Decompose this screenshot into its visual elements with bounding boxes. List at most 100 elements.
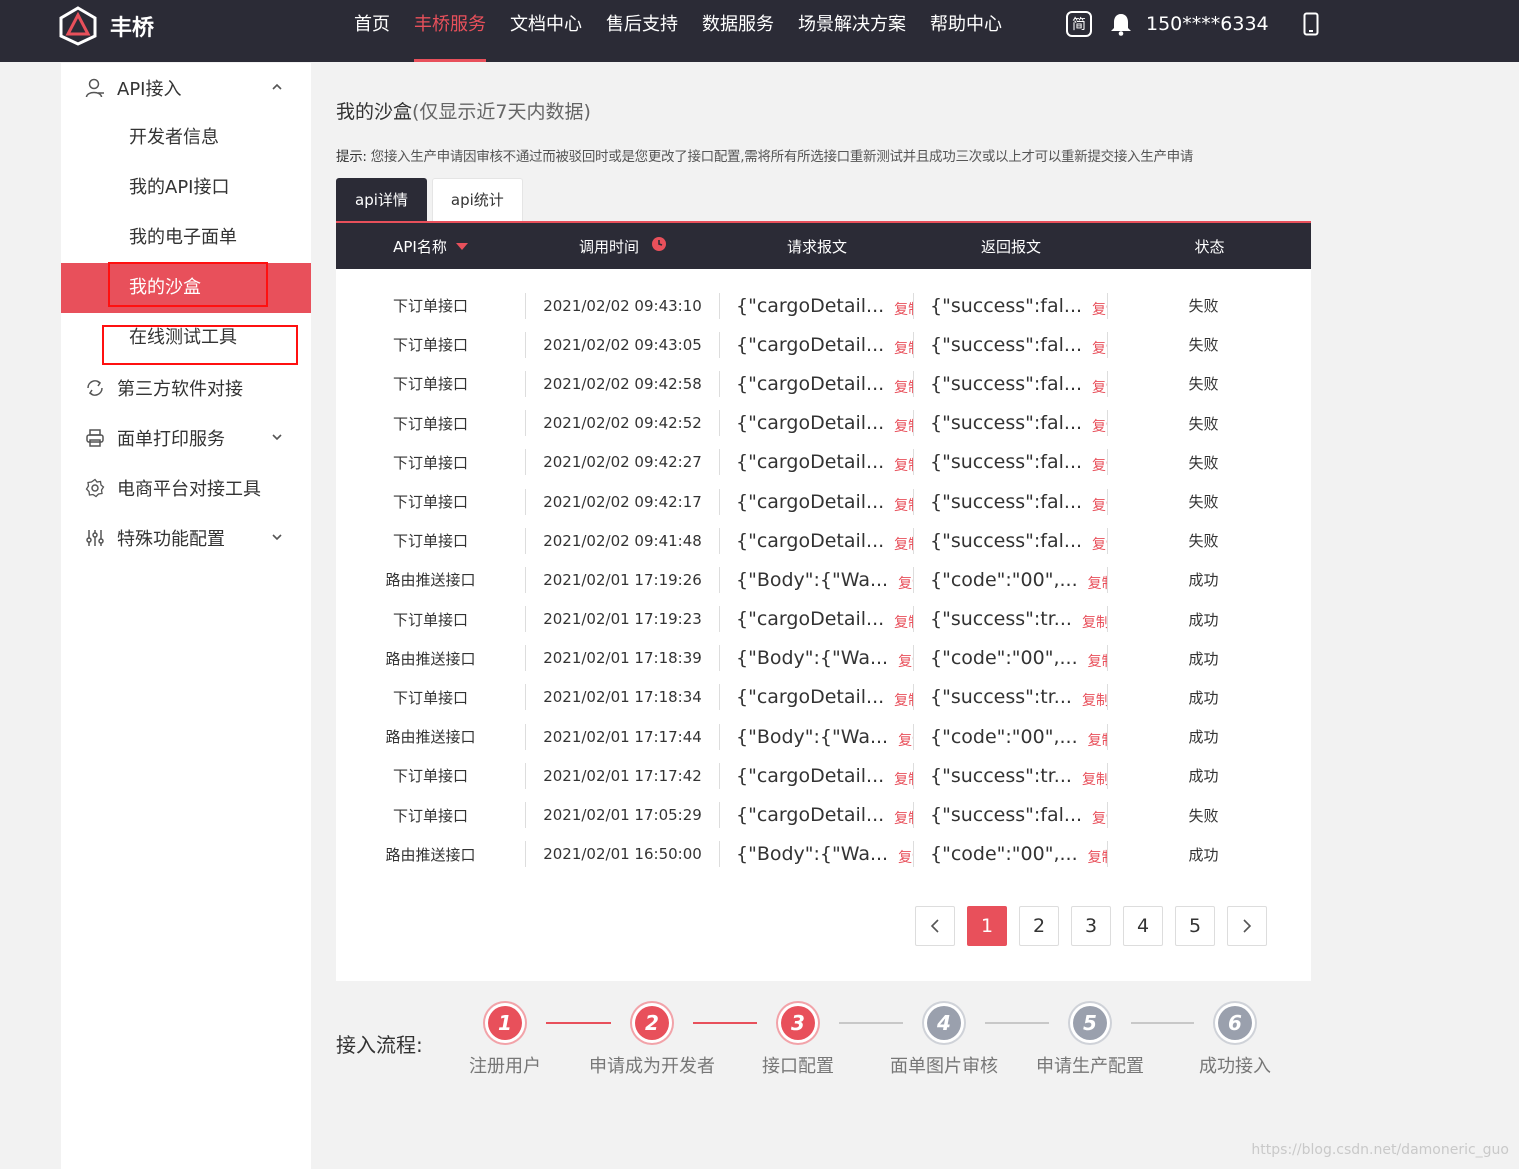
copy-response-button[interactable]: 复制 bbox=[1088, 730, 1107, 750]
cell-status: 失败 bbox=[1188, 493, 1219, 512]
nav-item-services[interactable]: 丰桥服务 bbox=[414, 0, 486, 62]
cell-request: {"Body":{"Wa... 复制 bbox=[720, 645, 914, 672]
cell-call-time: 2021/02/01 17:19:26 bbox=[526, 566, 720, 593]
copy-request-button[interactable]: 复制 bbox=[894, 534, 913, 554]
language-toggle[interactable]: 简 bbox=[1066, 11, 1092, 37]
sidebar-group-third-party[interactable]: 第三方软件对接 bbox=[61, 363, 311, 413]
response-text: {"success":fal... bbox=[930, 490, 1083, 513]
mobile-icon[interactable] bbox=[1303, 12, 1319, 36]
highlight-box-sandbox bbox=[108, 262, 268, 307]
response-text: {"success":fal... bbox=[930, 294, 1083, 317]
nav-item-home[interactable]: 首页 bbox=[354, 0, 390, 62]
copy-request-button[interactable]: 复制 bbox=[894, 690, 913, 710]
chevron-left-icon bbox=[930, 919, 939, 933]
sidebar-group-ecommerce[interactable]: 电商平台对接工具 bbox=[61, 463, 311, 513]
copy-request-button[interactable]: 复制 bbox=[894, 338, 913, 358]
pagination: 1 2 3 4 5 bbox=[915, 906, 1279, 946]
next-page-button[interactable] bbox=[1227, 906, 1267, 946]
nav-item-data[interactable]: 数据服务 bbox=[702, 0, 774, 62]
printer-icon bbox=[85, 428, 105, 448]
sidebar-group-api[interactable]: API接入 bbox=[61, 63, 311, 113]
clock-icon[interactable] bbox=[651, 236, 667, 252]
page-button-3[interactable]: 3 bbox=[1071, 906, 1111, 946]
cell-status: 成功 bbox=[1188, 728, 1219, 747]
copy-request-button[interactable]: 复制 bbox=[898, 651, 913, 671]
copy-request-button[interactable]: 复制 bbox=[894, 455, 913, 475]
user-phone[interactable]: 150****6334 bbox=[1146, 13, 1269, 35]
chevron-down-icon[interactable] bbox=[271, 531, 283, 543]
cell-request: {"cargoDetail... 复制 bbox=[720, 449, 914, 476]
highlight-box-online-test bbox=[102, 325, 298, 365]
copy-response-button[interactable]: 复制 bbox=[1092, 416, 1107, 436]
page-button-4[interactable]: 4 bbox=[1123, 906, 1163, 946]
tab-api-stats[interactable]: api统计 bbox=[431, 178, 523, 221]
sliders-icon bbox=[85, 528, 105, 548]
copy-response-button[interactable]: 复制 bbox=[1092, 808, 1107, 828]
copy-request-button[interactable]: 复制 bbox=[898, 847, 913, 867]
page-button-2[interactable]: 2 bbox=[1019, 906, 1059, 946]
page-button-5[interactable]: 5 bbox=[1175, 906, 1215, 946]
table-row: 下订单接口 2021/02/02 09:43:10 {"cargoDetail...… bbox=[336, 286, 1311, 325]
cell-status: 成功 bbox=[1188, 649, 1219, 668]
page-title-note: (仅显示近7天内数据) bbox=[412, 101, 591, 123]
copy-response-button[interactable]: 复制 bbox=[1092, 377, 1107, 397]
cell-api-name: 下订单接口 bbox=[336, 527, 526, 554]
bell-icon[interactable] bbox=[1110, 12, 1132, 36]
copy-response-button[interactable]: 复制 bbox=[1092, 455, 1107, 475]
sidebar-group-print[interactable]: 面单打印服务 bbox=[61, 413, 311, 463]
cell-response: {"code":"00",... 复制 bbox=[914, 566, 1108, 593]
column-header-api-name[interactable]: API名称 bbox=[336, 236, 526, 257]
copy-response-button[interactable]: 复制 bbox=[1082, 769, 1107, 789]
copy-response-button[interactable]: 复制 bbox=[1088, 847, 1107, 867]
copy-response-button[interactable]: 复制 bbox=[1092, 299, 1107, 319]
tab-api-details[interactable]: api详情 bbox=[336, 178, 427, 221]
chevron-down-icon[interactable] bbox=[271, 431, 283, 443]
copy-response-button[interactable]: 复制 bbox=[1088, 573, 1107, 593]
copy-response-button[interactable]: 复制 bbox=[1088, 651, 1107, 671]
sidebar-item-my-api[interactable]: 我的API接口 bbox=[61, 163, 311, 213]
copy-response-button[interactable]: 复制 bbox=[1092, 534, 1107, 554]
brand-logo[interactable]: 丰桥 bbox=[58, 6, 154, 46]
request-text: {"cargoDetail... bbox=[736, 294, 885, 317]
cell-request: {"cargoDetail... 复制 bbox=[720, 370, 914, 397]
step-label: 成功接入 bbox=[1199, 1056, 1271, 1077]
sidebar-item-developer-info[interactable]: 开发者信息 bbox=[61, 113, 311, 163]
sidebar-item-e-waybill[interactable]: 我的电子面单 bbox=[61, 213, 311, 263]
copy-request-button[interactable]: 复制 bbox=[894, 769, 913, 789]
copy-request-button[interactable]: 复制 bbox=[894, 495, 913, 515]
copy-response-button[interactable]: 复制 bbox=[1092, 495, 1107, 515]
nav-item-docs[interactable]: 文档中心 bbox=[510, 0, 582, 62]
cell-request: {"cargoDetail... 复制 bbox=[720, 606, 914, 633]
chevron-up-icon[interactable] bbox=[271, 81, 283, 93]
request-text: {"cargoDetail... bbox=[736, 372, 885, 395]
copy-request-button[interactable]: 复制 bbox=[898, 730, 913, 750]
copy-response-button[interactable]: 复制 bbox=[1092, 338, 1107, 358]
sidebar-group-special[interactable]: 特殊功能配置 bbox=[61, 513, 311, 563]
sidebar: API接入 开发者信息 我的API接口 我的电子面单 我的沙盒 在线测试工具 第… bbox=[61, 63, 311, 1169]
column-header-call-time[interactable]: 调用时间 bbox=[526, 236, 720, 257]
step-number-badge: 3 bbox=[781, 1006, 815, 1040]
tip-message: 提示: 您接入生产申请因审核不通过而被驳回时或是您更改了接口配置,需将所有所选接… bbox=[336, 145, 1193, 165]
copy-response-button[interactable]: 复制 bbox=[1082, 612, 1107, 632]
copy-request-button[interactable]: 复制 bbox=[894, 612, 913, 632]
nav-item-support[interactable]: 售后支持 bbox=[606, 0, 678, 62]
cell-response: {"success":fal... 复制 bbox=[914, 802, 1108, 829]
page-title: 我的沙盒(仅显示近7天内数据) bbox=[336, 97, 591, 124]
copy-request-button[interactable]: 复制 bbox=[894, 808, 913, 828]
response-text: {"code":"00",... bbox=[930, 725, 1078, 748]
copy-response-button[interactable]: 复制 bbox=[1082, 690, 1107, 710]
step-label: 面单图片审核 bbox=[890, 1056, 998, 1077]
table-body: 下订单接口 2021/02/02 09:43:10 {"cargoDetail...… bbox=[336, 269, 1311, 874]
copy-request-button[interactable]: 复制 bbox=[894, 416, 913, 436]
nav-item-help[interactable]: 帮助中心 bbox=[930, 0, 1002, 62]
nav-item-solutions[interactable]: 场景解决方案 bbox=[798, 0, 906, 62]
copy-request-button[interactable]: 复制 bbox=[898, 573, 913, 593]
copy-request-button[interactable]: 复制 bbox=[894, 377, 913, 397]
cell-call-time: 2021/02/01 17:18:34 bbox=[526, 684, 720, 711]
page-button-1[interactable]: 1 bbox=[967, 906, 1007, 946]
step-number-badge: 2 bbox=[635, 1006, 669, 1040]
cell-request: {"Body":{"Wa... 复制 bbox=[720, 723, 914, 750]
prev-page-button[interactable] bbox=[915, 906, 955, 946]
copy-request-button[interactable]: 复制 bbox=[894, 299, 913, 319]
sort-down-icon[interactable] bbox=[455, 241, 469, 251]
